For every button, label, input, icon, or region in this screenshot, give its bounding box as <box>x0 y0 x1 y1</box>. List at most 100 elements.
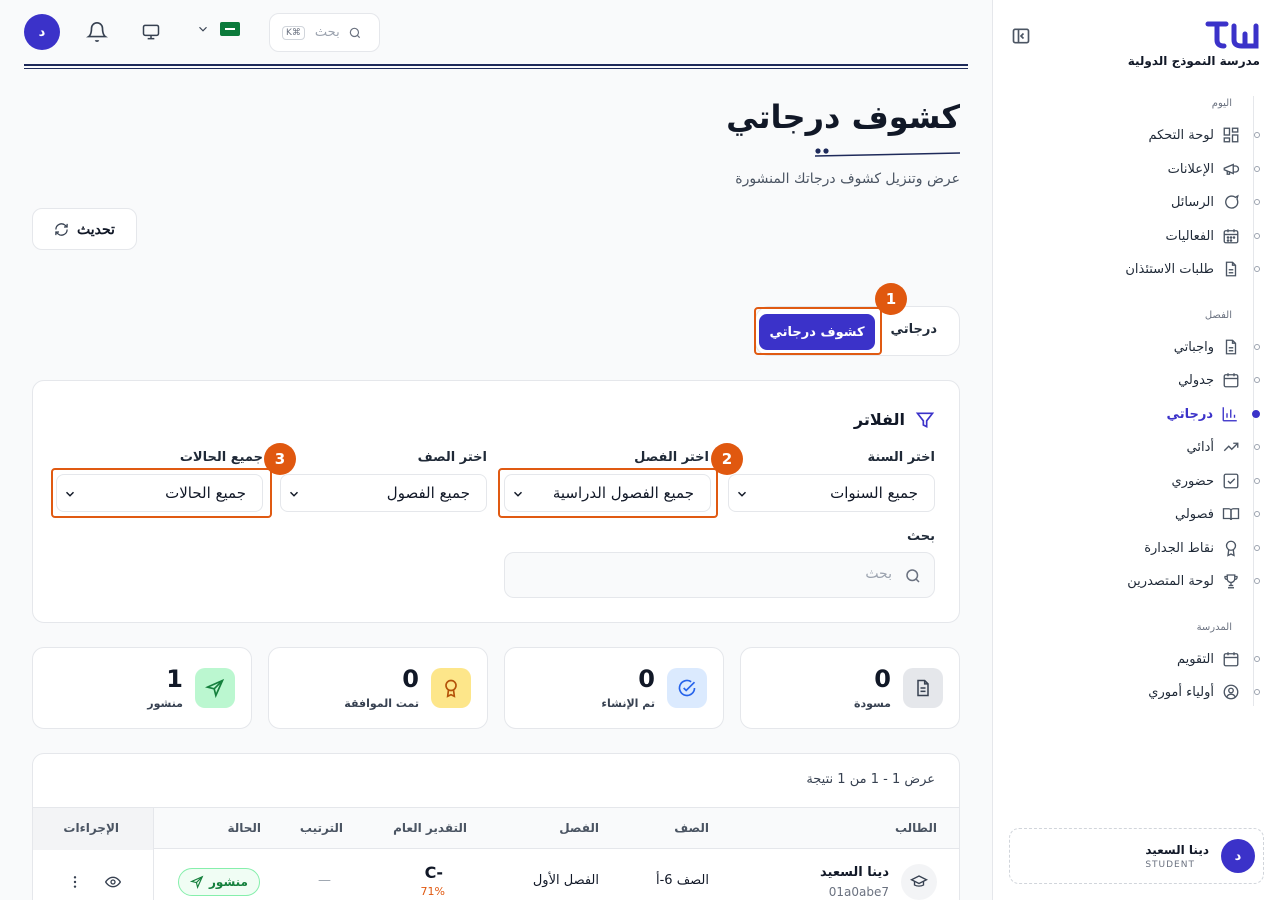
sidebar-item-attendance[interactable]: حضوري <box>1012 467 1260 495</box>
stat-card-draft: 0 مسودة <box>740 647 960 729</box>
stat-label: تمت الموافقة <box>344 697 419 710</box>
top-search[interactable]: K⌘ بحث <box>269 13 380 52</box>
column-header-status: الحالة <box>227 821 261 835</box>
grade-select[interactable]: جميع الفصول <box>280 474 487 512</box>
sidebar-item-messages[interactable]: الرسائل <box>1012 188 1260 216</box>
search-input[interactable]: بحث <box>504 552 935 598</box>
nav-dot <box>1254 166 1260 172</box>
sidebar: مدرسة النموذج الدولية اليوم لوحة التحكم … <box>992 0 1280 900</box>
sidebar-item-label: طلبات الاستئذان <box>1125 261 1214 277</box>
bell-icon[interactable] <box>86 21 108 43</box>
send-icon <box>190 875 204 889</box>
nav-dot <box>1254 511 1260 517</box>
tab-my-grades[interactable]: درجاتي <box>891 322 937 337</box>
section-label-class: الفصل <box>1204 310 1232 321</box>
sidebar-item-merit-points[interactable]: نقاط الجدارة <box>1012 534 1260 562</box>
grade-filter-label: اختر الصف <box>417 450 487 465</box>
nav-dot <box>1254 377 1260 383</box>
bar-chart-icon <box>1221 405 1239 423</box>
saudi-flag-icon <box>220 22 240 36</box>
nav-dot <box>1254 344 1260 350</box>
user-card[interactable]: د دينا السعيد STUDENT <box>1009 828 1264 884</box>
sidebar-item-label: لوحة المتصدرين <box>1127 573 1214 589</box>
sidebar-item-label: جدولي <box>1178 372 1214 388</box>
document-icon <box>903 668 943 708</box>
trophy-icon <box>1222 572 1240 590</box>
title-underline-decoration <box>815 148 960 157</box>
step-marker-3: 3 <box>264 443 296 475</box>
search-icon <box>349 27 360 38</box>
sidebar-item-label: أولياء أموري <box>1148 684 1214 700</box>
sidebar-item-dashboard[interactable]: لوحة التحكم <box>1012 121 1260 149</box>
search-placeholder: بحث <box>865 566 892 582</box>
sidebar-item-grades[interactable]: درجاتي <box>1012 400 1260 428</box>
cell-grade: الصف 6-أ <box>655 873 709 888</box>
nav-dot <box>1254 578 1260 584</box>
sidebar-item-classes[interactable]: فصولي <box>1012 500 1260 528</box>
language-switcher[interactable] <box>196 22 240 36</box>
status-label: منشور <box>209 875 248 889</box>
calendar-icon <box>1222 650 1240 668</box>
year-select[interactable]: جميع السنوات <box>728 474 935 512</box>
filter-icon <box>915 412 935 429</box>
nav-dot <box>1254 266 1260 272</box>
column-header-actions: الإجراءات <box>63 821 119 835</box>
sidebar-item-label: فصولي <box>1175 506 1214 522</box>
section-label-school: المدرسة <box>1196 622 1232 633</box>
cell-term: الفصل الأول <box>532 873 599 888</box>
trending-up-icon <box>1222 438 1240 456</box>
sidebar-item-calendar[interactable]: التقويم <box>1012 645 1260 673</box>
search-filter-label: بحث <box>906 529 935 544</box>
file-text-icon <box>1222 260 1240 278</box>
sidebar-item-label: الفعاليات <box>1165 228 1214 244</box>
stat-card-approved: 0 تمت الموافقة <box>268 647 488 729</box>
page-subtitle: عرض وتنزيل كشوف درجاتك المنشورة <box>735 171 960 187</box>
sidebar-item-events[interactable]: الفعاليات <box>1012 222 1260 250</box>
sidebar-item-permission-requests[interactable]: طلبات الاستئذان <box>1012 255 1260 283</box>
sidebar-item-guardians[interactable]: أولياء أموري <box>1012 678 1260 706</box>
nav-dot <box>1254 478 1260 484</box>
monitor-icon[interactable] <box>141 22 161 42</box>
eye-icon[interactable] <box>105 874 121 890</box>
shortcut-hint: K⌘ <box>282 25 305 40</box>
school-name: مدرسة النموذج الدولية <box>1127 54 1260 68</box>
award-icon <box>1222 539 1240 557</box>
calendar-icon <box>1222 371 1240 389</box>
term-filter-label: اختر الفصل <box>634 450 709 465</box>
column-header-grade: الصف <box>674 821 709 835</box>
sidebar-item-label: أدائي <box>1186 439 1214 455</box>
highlight-box-term <box>498 468 718 518</box>
sidebar-collapse-icon[interactable] <box>1011 26 1031 46</box>
user-name: دينا السعيد <box>1145 842 1209 857</box>
nav-dot <box>1254 233 1260 239</box>
sidebar-item-performance[interactable]: أدائي <box>1012 433 1260 461</box>
status-filter-label: جميع الحالات <box>179 450 263 465</box>
sidebar-item-label: الإعلانات <box>1167 161 1214 177</box>
sidebar-item-label: لوحة التحكم <box>1148 127 1214 143</box>
refresh-button[interactable]: تحديث <box>32 208 137 250</box>
stat-card-created: 0 تم الإنشاء <box>504 647 724 729</box>
chevron-down-icon <box>199 26 207 32</box>
calendar-grid-icon <box>1222 227 1240 245</box>
highlight-box-status <box>51 468 272 518</box>
school-logo <box>1205 21 1259 49</box>
stat-value: 1 <box>166 665 183 693</box>
nav-dot <box>1254 656 1260 662</box>
year-select-value: جميع السنوات <box>830 484 918 502</box>
sidebar-item-schedule[interactable]: جدولي <box>1012 366 1260 394</box>
more-vertical-icon[interactable] <box>67 874 83 890</box>
sidebar-item-homework[interactable]: واجباتي <box>1012 333 1260 361</box>
sidebar-item-label: نقاط الجدارة <box>1144 540 1214 556</box>
page-title: كشوف درجاتي <box>726 98 960 136</box>
search-icon <box>906 569 920 583</box>
table-row[interactable]: دينا السعيد 01a0abe7 الصف 6-أ الفصل الأو… <box>33 849 959 900</box>
checkbox-icon <box>1222 472 1240 490</box>
sidebar-item-announcements[interactable]: الإعلانات <box>1012 155 1260 183</box>
grade-select-value: جميع الفصول <box>386 484 470 502</box>
sidebar-item-leaderboard[interactable]: لوحة المتصدرين <box>1012 567 1260 595</box>
column-header-student: الطالب <box>894 821 937 835</box>
column-header-overall: التقدير العام <box>393 821 467 835</box>
cell-rank: — <box>318 873 331 888</box>
cell-overall-grade: -C <box>424 863 443 882</box>
topbar-avatar[interactable]: د <box>24 14 60 50</box>
